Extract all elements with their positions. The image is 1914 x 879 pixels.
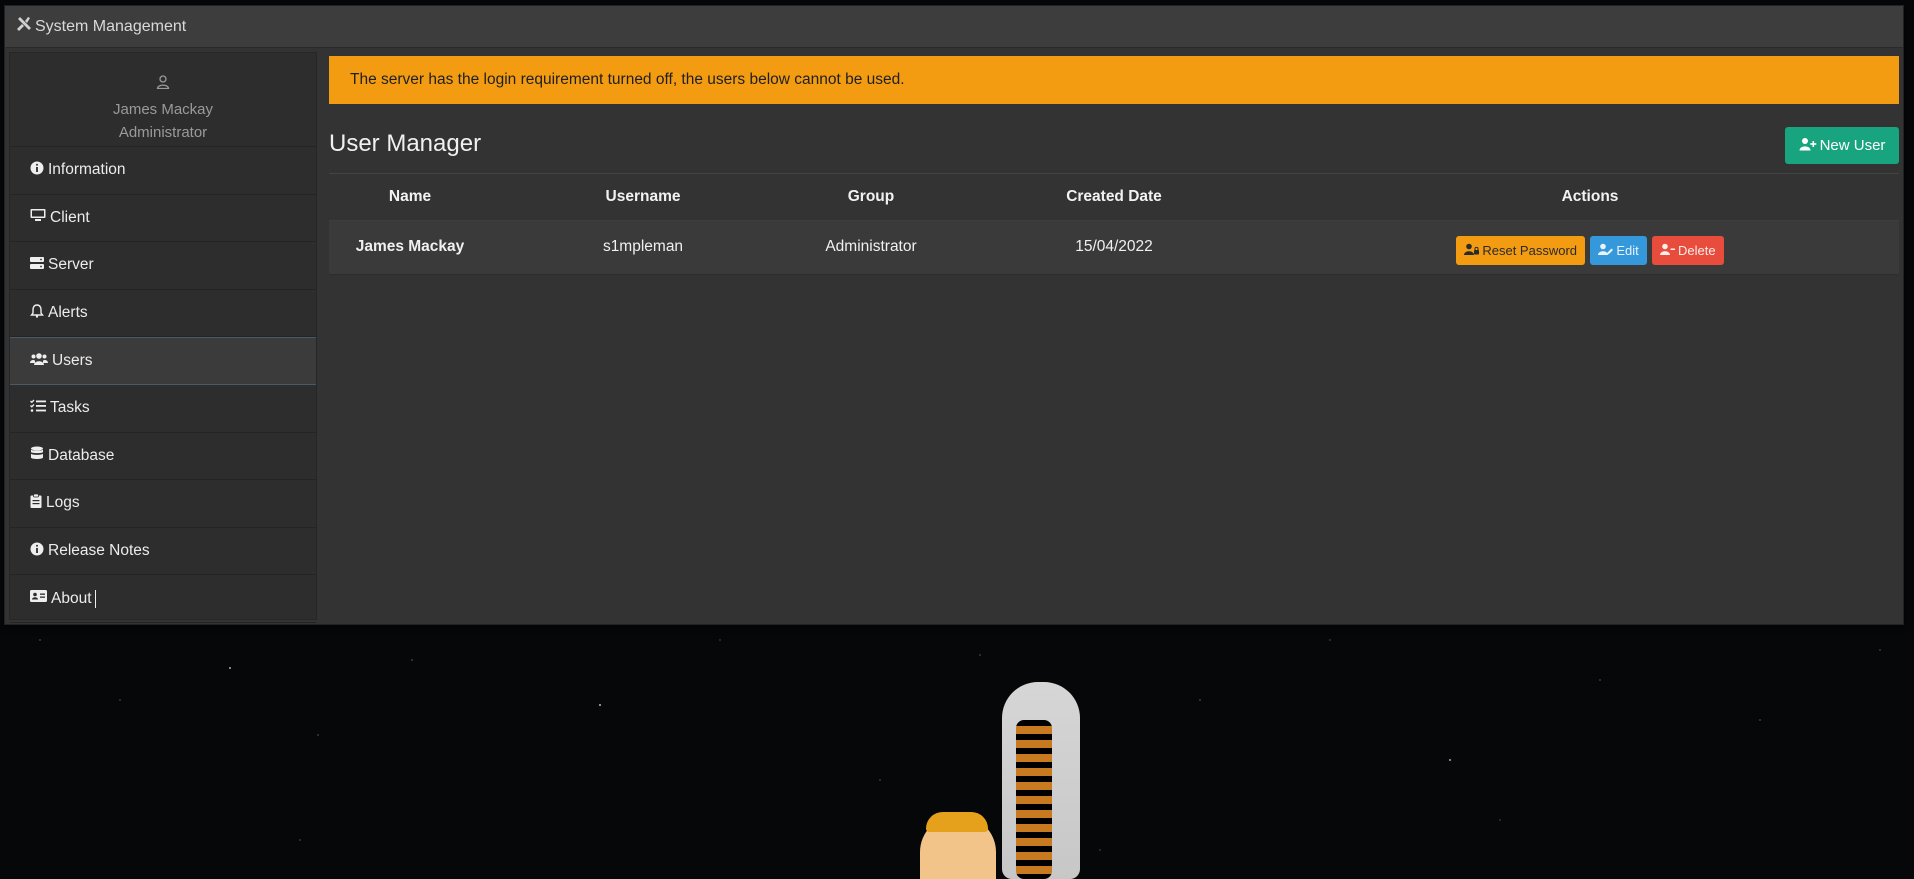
bell-icon <box>30 303 48 323</box>
sidebar-item-logs[interactable]: Logs <box>10 480 316 528</box>
sidebar-item-label: About <box>51 589 92 607</box>
task-list-icon <box>30 399 50 418</box>
sidebar-item-label: Server <box>48 256 94 274</box>
hobbes-stripes <box>1016 720 1052 879</box>
sidebar-item-label: Release Notes <box>48 542 150 560</box>
sidebar-item-label: Logs <box>46 494 80 512</box>
sidebar-item-label: Alerts <box>48 304 88 322</box>
sidebar-item-server[interactable]: Server <box>10 242 316 290</box>
id-card-icon <box>30 589 51 608</box>
delete-label: Delete <box>1678 242 1716 258</box>
users-table: Name Username Group Created Date Actions… <box>329 174 1899 275</box>
user-manager-header: User Manager New User <box>329 104 1899 174</box>
sidebar-item-database[interactable]: Database <box>10 433 316 481</box>
sidebar-item-client[interactable]: Client <box>10 195 316 243</box>
reset-password-button[interactable]: Reset Password <box>1456 235 1586 265</box>
alert-text: The server has the login requirement tur… <box>350 71 905 88</box>
user-lock-icon <box>1464 243 1480 258</box>
window-title: System Management <box>35 17 187 35</box>
delete-button[interactable]: Delete <box>1652 235 1724 265</box>
user-minus-icon <box>1660 243 1676 258</box>
sidebar-item-users[interactable]: Users <box>10 337 316 385</box>
system-management-window: System Management James Mackay Administr… <box>4 5 1904 625</box>
user-icon <box>10 73 316 96</box>
cell-created-date: 15/04/2022 <box>947 220 1281 275</box>
column-header-created-date[interactable]: Created Date <box>947 174 1281 221</box>
main-content: The server has the login requirement tur… <box>329 56 1899 275</box>
tools-icon <box>17 17 35 36</box>
sidebar: James Mackay Administrator Information C… <box>9 52 317 623</box>
user-edit-icon <box>1598 243 1614 258</box>
database-icon <box>30 446 48 465</box>
sidebar-item-about[interactable]: About <box>10 575 316 623</box>
cell-name: James Mackay <box>329 220 491 275</box>
column-header-name[interactable]: Name <box>329 174 491 221</box>
new-user-button[interactable]: New User <box>1785 127 1899 164</box>
profile-name: James Mackay <box>112 101 214 118</box>
column-header-username[interactable]: Username <box>491 174 795 221</box>
login-warning-alert: The server has the login requirement tur… <box>329 56 1899 104</box>
clipboard-icon <box>30 493 46 513</box>
sidebar-item-label: Users <box>52 352 93 370</box>
sidebar-item-label: Client <box>50 208 90 226</box>
profile-panel: James Mackay Administrator <box>10 53 316 147</box>
calvin-hair <box>926 812 988 832</box>
reset-password-label: Reset Password <box>1482 242 1578 258</box>
profile-role: Administrator <box>118 124 208 141</box>
sidebar-item-release-notes[interactable]: Release Notes <box>10 528 316 576</box>
cell-username: s1mpleman <box>491 220 795 275</box>
users-icon <box>30 352 52 371</box>
cell-actions: Reset Password Edit Delete <box>1281 220 1899 275</box>
sidebar-item-information[interactable]: Information <box>10 147 316 195</box>
table-header-row: Name Username Group Created Date Actions <box>329 174 1899 221</box>
server-icon <box>30 256 48 275</box>
sidebar-item-label: Tasks <box>50 399 90 417</box>
add-user-icon <box>1799 137 1817 155</box>
column-header-group[interactable]: Group <box>795 174 947 221</box>
info-circle-icon <box>30 161 48 180</box>
text-cursor <box>94 589 96 608</box>
sidebar-item-label: Database <box>48 446 115 464</box>
sidebar-item-alerts[interactable]: Alerts <box>10 290 316 338</box>
monitor-icon <box>30 208 50 227</box>
page-title: User Manager <box>329 130 482 157</box>
sidebar-item-label: Information <box>48 161 126 179</box>
new-user-label: New User <box>1819 137 1886 154</box>
column-header-actions: Actions <box>1281 174 1899 221</box>
cell-group: Administrator <box>795 220 947 275</box>
table-row: James Mackay s1mpleman Administrator 15/… <box>329 220 1899 275</box>
window-titlebar[interactable]: System Management <box>5 6 1903 48</box>
edit-label: Edit <box>1616 242 1639 258</box>
info-circle-icon <box>30 542 48 561</box>
edit-button[interactable]: Edit <box>1590 235 1647 265</box>
sidebar-item-tasks[interactable]: Tasks <box>10 385 316 433</box>
